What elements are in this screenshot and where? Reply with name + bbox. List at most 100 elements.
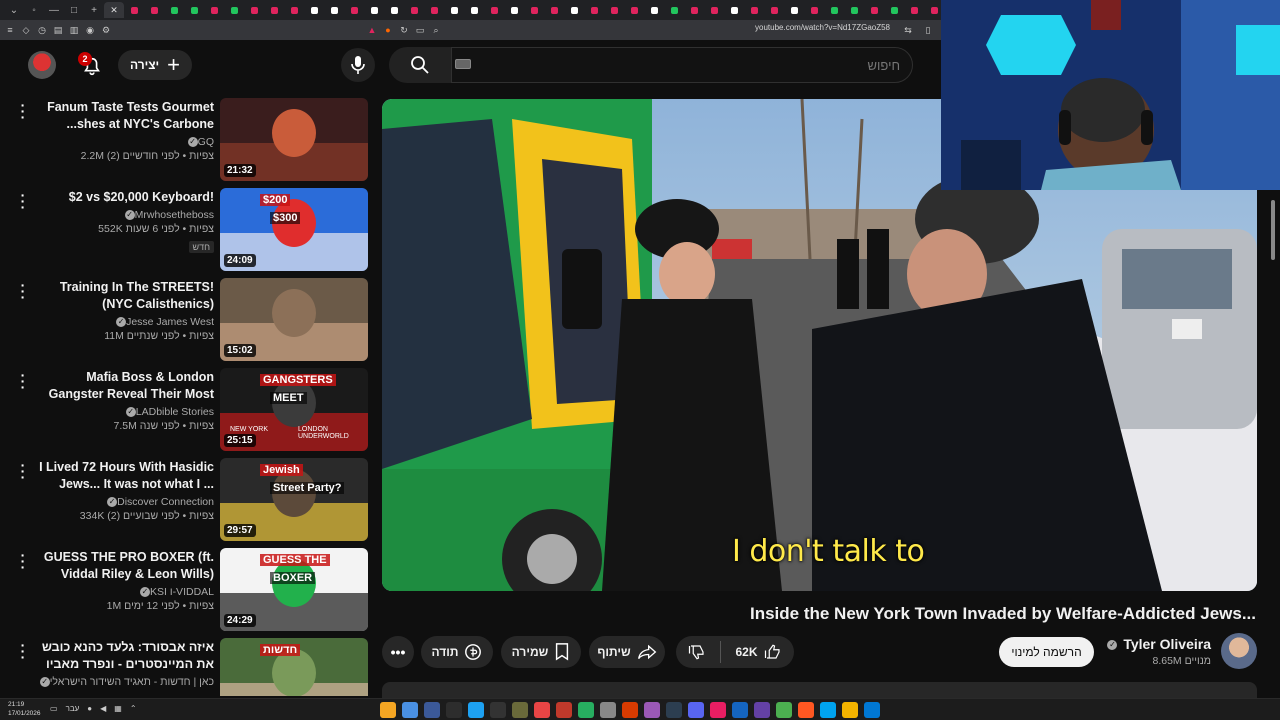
browser-tab[interactable]: [744, 2, 764, 18]
browser-tab[interactable]: [624, 2, 644, 18]
camera-icon[interactable]: ◉: [84, 24, 96, 36]
panel-icon[interactable]: ▥: [68, 24, 80, 36]
browser-tab[interactable]: [184, 2, 204, 18]
related-video-item[interactable]: · · · Fanum Taste Tests Gourmet ...shes at…: [0, 96, 372, 181]
taskbar-app-icon[interactable]: [776, 702, 792, 718]
minimize-icon[interactable]: —: [44, 5, 64, 16]
browser-tab[interactable]: [204, 2, 224, 18]
taskbar-app-icon[interactable]: [512, 702, 528, 718]
video-options-icon[interactable]: · · ·: [18, 278, 28, 304]
video-options-icon[interactable]: · · ·: [18, 548, 28, 574]
keyboard-icon[interactable]: [455, 59, 471, 69]
video-options-icon[interactable]: · · ·: [18, 458, 28, 484]
related-video-thumbnail[interactable]: 15:02: [220, 278, 368, 361]
browser-tab[interactable]: [304, 2, 324, 18]
related-video-item[interactable]: · · · Mafia Boss & London Gangster Reveal …: [0, 366, 372, 451]
volume-icon[interactable]: ◀: [100, 704, 106, 713]
related-video-channel[interactable]: ✓ GQ: [34, 135, 214, 149]
channel-name[interactable]: Tyler Oliveira: [1123, 636, 1211, 652]
related-video-channel[interactable]: ✓ KSI ו-VIDDAL: [34, 585, 214, 599]
reload-icon[interactable]: ↻: [398, 24, 410, 36]
browser-tab[interactable]: [244, 2, 264, 18]
browser-tab[interactable]: [384, 2, 404, 18]
maximize-icon[interactable]: □: [64, 5, 84, 16]
related-video-thumbnail[interactable]: GANGSTERS MEET NEW YORK LONDON UNDERWORL…: [220, 368, 368, 451]
browser-tab[interactable]: [404, 2, 424, 18]
page-scrollbar[interactable]: [1270, 190, 1276, 696]
related-video-title[interactable]: Training In The STREETS! (NYC Calistheni…: [34, 279, 214, 313]
search-button[interactable]: [389, 47, 451, 83]
browser-tab[interactable]: [604, 2, 624, 18]
related-video-channel[interactable]: ✓ Jesse James West: [34, 315, 214, 329]
settings-icon[interactable]: ⚙: [100, 24, 112, 36]
taskbar-app-icon[interactable]: [644, 702, 660, 718]
taskbar-app-icon[interactable]: [798, 702, 814, 718]
taskbar-clock[interactable]: 21:19 17/01/2026: [8, 700, 41, 718]
chat-icon[interactable]: ▭: [50, 704, 58, 713]
taskbar-app-icon[interactable]: [424, 702, 440, 718]
shield-icon[interactable]: ◇: [20, 24, 32, 36]
create-button[interactable]: יצירה +: [118, 50, 192, 80]
related-video-title[interactable]: איזה אבסורד: גלעד כהנא כובש את המיינסטרי…: [34, 639, 214, 673]
taskbar-app-icon[interactable]: [578, 702, 594, 718]
mic-tray-icon[interactable]: ●: [87, 704, 92, 713]
channel-avatar[interactable]: [1221, 633, 1257, 669]
like-button[interactable]: [764, 643, 782, 661]
browser-tab[interactable]: [164, 2, 184, 18]
browser-tab[interactable]: [844, 2, 864, 18]
video-options-icon[interactable]: · · ·: [18, 368, 28, 394]
translate-icon[interactable]: ⇆: [902, 24, 914, 36]
browser-tab[interactable]: [284, 2, 304, 18]
screenshot-icon[interactable]: ▭: [414, 24, 426, 36]
related-video-item[interactable]: · · · GUESS THE PRO BOXER (ft. Viddal Rile…: [0, 546, 372, 631]
related-video-thumbnail[interactable]: Jewish Street Party? 29:57: [220, 458, 368, 541]
taskbar-app-icon[interactable]: [688, 702, 704, 718]
history-icon[interactable]: ◷: [36, 24, 48, 36]
related-video-item[interactable]: · · · Training In The STREETS! (NYC Calist…: [0, 276, 372, 361]
browser-tab[interactable]: [124, 2, 144, 18]
video-options-icon[interactable]: · · ·: [18, 98, 28, 124]
dislike-button[interactable]: [688, 643, 706, 661]
browser-tab[interactable]: [864, 2, 884, 18]
related-video-channel[interactable]: ✓ Discover Connection: [34, 495, 214, 509]
taskbar-app-icon[interactable]: [556, 702, 572, 718]
taskbar-app-icon[interactable]: [534, 702, 550, 718]
browser-tab[interactable]: [504, 2, 524, 18]
taskbar-app-icon[interactable]: [622, 702, 638, 718]
browser-tab[interactable]: [524, 2, 544, 18]
related-video-item[interactable]: · · · איזה אבסורד: גלעד כהנא כובש את המיינ…: [0, 636, 372, 696]
browser-tab-active[interactable]: ✕: [104, 2, 124, 18]
browser-tab[interactable]: [424, 2, 444, 18]
browser-tab[interactable]: [564, 2, 584, 18]
subscribe-button[interactable]: הרשמה למינוי: [999, 637, 1094, 667]
taskbar-app-icon[interactable]: [732, 702, 748, 718]
brave-shield-icon[interactable]: ●: [382, 24, 394, 36]
video-options-icon[interactable]: · · ·: [18, 188, 28, 214]
window-menu-icon[interactable]: ⌄: [4, 5, 24, 16]
browser-tab[interactable]: [704, 2, 724, 18]
related-video-title[interactable]: Mafia Boss & London Gangster Reveal Thei…: [34, 369, 214, 403]
new-tab-icon[interactable]: +: [84, 5, 104, 16]
close-tab-icon[interactable]: ✕: [110, 5, 118, 16]
more-actions-button[interactable]: •••: [382, 636, 414, 668]
related-video-title[interactable]: GUESS THE PRO BOXER (ft. Viddal Riley & …: [34, 549, 214, 583]
browser-tab[interactable]: [144, 2, 164, 18]
browser-tab[interactable]: [824, 2, 844, 18]
browser-tab[interactable]: [644, 2, 664, 18]
like-count[interactable]: 62K: [735, 645, 757, 659]
related-video-item[interactable]: · · · $2 vs $20,000 Keyboard! ✓ Mrwhosetheb…: [0, 186, 372, 271]
taskbar-app-icon[interactable]: [600, 702, 616, 718]
network-icon[interactable]: ▦: [114, 704, 122, 713]
browser-tab[interactable]: [464, 2, 484, 18]
zoom-icon[interactable]: ⌕: [430, 24, 442, 36]
browser-tab[interactable]: [364, 2, 384, 18]
related-video-title[interactable]: Fanum Taste Tests Gourmet ...shes at NYC…: [34, 99, 214, 133]
related-video-thumbnail[interactable]: 21:32: [220, 98, 368, 181]
related-video-item[interactable]: · · · I Lived 72 Hours With Hasidic Jews..…: [0, 456, 372, 541]
related-video-channel[interactable]: ✓ כאן | חדשות - תאגיד השידור הישראלי: [34, 675, 214, 689]
voice-search-button[interactable]: [341, 48, 375, 82]
taskbar-app-icon[interactable]: [842, 702, 858, 718]
browser-tab[interactable]: [264, 2, 284, 18]
taskbar-app-icon[interactable]: [710, 702, 726, 718]
brave-rewards-icon[interactable]: ▲: [366, 24, 378, 36]
